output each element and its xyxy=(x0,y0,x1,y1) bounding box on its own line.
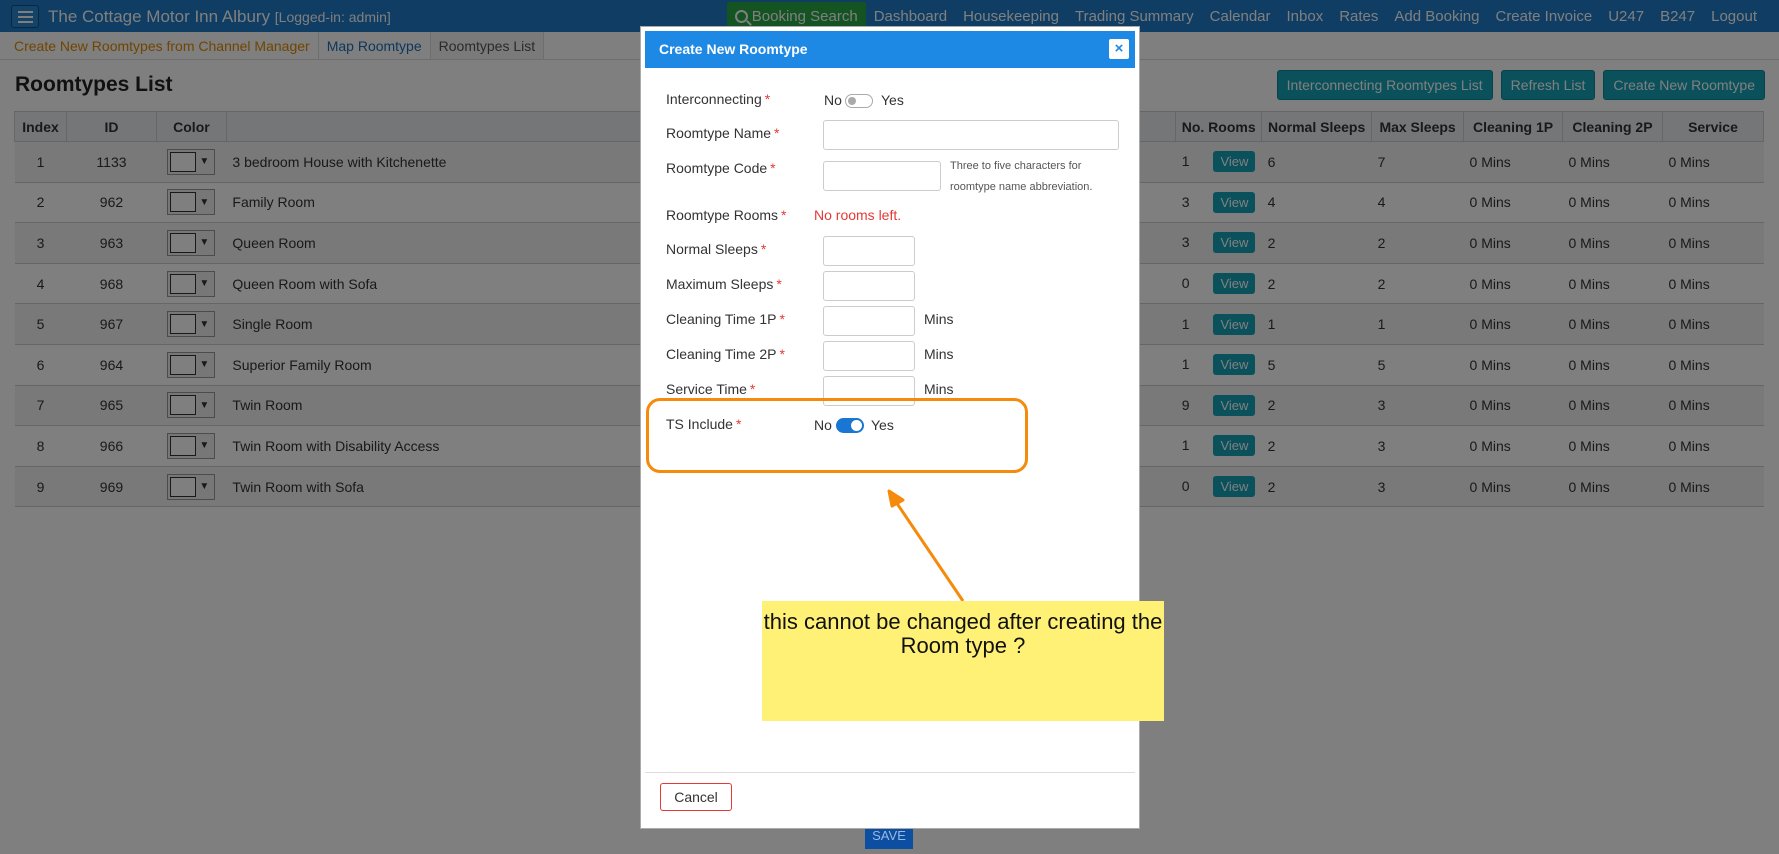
annotation-note: this cannot be changed after creating th… xyxy=(762,601,1164,721)
annotation-arrow xyxy=(887,489,965,602)
